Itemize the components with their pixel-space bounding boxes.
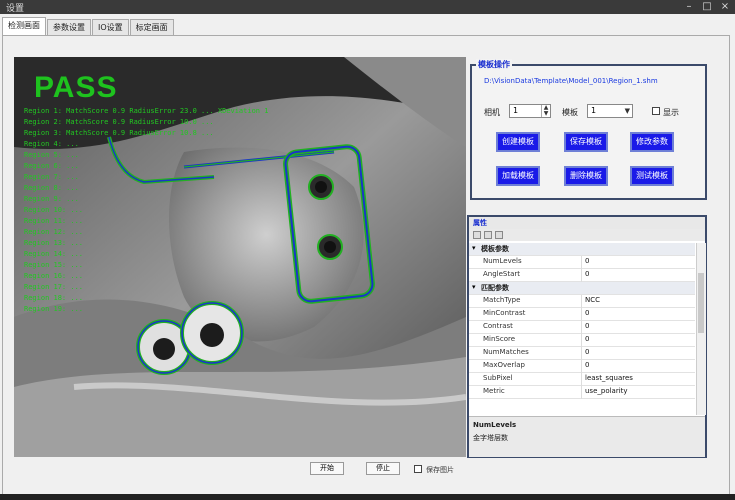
save-image-label: 保存图片 <box>426 466 454 474</box>
camera-number-input[interactable]: 1 ▲ ▼ <box>509 104 551 118</box>
display-checkbox-label: 显示 <box>663 108 679 117</box>
tab-io-settings[interactable]: IO设置 <box>92 19 129 35</box>
main-window: 设置 – □ × 检测画面 参数设置 IO设置 标定画面 PASS Region… <box>0 0 735 500</box>
close-icon[interactable]: × <box>716 0 734 14</box>
region-readout: Region 8: ... <box>24 184 79 192</box>
region-readout: Region 11: ... <box>24 217 84 225</box>
region-readout: Region 6: ... <box>24 162 79 170</box>
title-bar: 设置 – □ × <box>0 0 735 14</box>
property-row[interactable]: Contrast 0 <box>469 321 695 334</box>
tab-detection[interactable]: 检测画面 <box>2 17 46 35</box>
property-row[interactable]: SubPixel least_squares <box>469 373 695 386</box>
categorized-icon[interactable] <box>473 231 481 239</box>
region-readout: Region 17: ... <box>24 283 84 291</box>
property-row[interactable]: MaxOverlap 0 <box>469 360 695 373</box>
create-template-button[interactable]: 创建模板 <box>496 132 540 152</box>
property-row[interactable]: MinScore 0 <box>469 334 695 347</box>
property-description-title: NumLevels <box>473 421 517 429</box>
region-readout: Region 14: ... <box>24 250 84 258</box>
stop-button[interactable]: 停止 <box>366 462 400 475</box>
test-template-button[interactable]: 测试模板 <box>630 166 674 186</box>
spinner-icon[interactable]: ▲ ▼ <box>541 105 550 117</box>
property-pages-icon[interactable] <box>495 231 503 239</box>
tab-calibration[interactable]: 标定画面 <box>129 19 174 35</box>
region-readout: Region 3: MatchScore 0.9 RadiusError 10.… <box>24 129 214 137</box>
inspection-result: PASS <box>34 71 118 104</box>
region-readout: Region 16: ... <box>24 272 84 280</box>
template-label: 模板 <box>562 108 578 117</box>
taskbar-edge <box>0 494 735 500</box>
start-button[interactable]: 开始 <box>310 462 344 475</box>
chevron-down-icon: ▼ <box>624 107 630 115</box>
property-grid-scrollbar[interactable] <box>696 243 706 415</box>
operations-title: 模板操作 <box>476 59 512 70</box>
property-rows: ▾ 模板参数 NumLevels 0 AngleStart 0 ▾ 匹配参数 M… <box>469 243 695 415</box>
save-image-checkbox[interactable] <box>414 465 422 473</box>
property-row[interactable]: AngleStart 0 <box>469 269 695 282</box>
property-grid-title: 属性 <box>473 219 487 227</box>
region-readout: Region 10: ... <box>24 206 84 214</box>
property-grid: 属性 ▾ 模板参数 NumLevels 0 AngleStart 0 ▾ 匹配参… <box>467 215 707 458</box>
delete-template-button[interactable]: 删除模板 <box>564 166 608 186</box>
property-row[interactable]: NumLevels 0 <box>469 256 695 269</box>
property-grid-toolbar <box>469 229 705 241</box>
collapse-icon[interactable]: ▾ <box>472 244 476 252</box>
camera-image-viewer[interactable]: PASS Region 1: MatchScore 0.9 RadiusErro… <box>14 57 466 457</box>
property-row[interactable]: MatchType NCC <box>469 295 695 308</box>
template-path: D:\VisionData\Template\Model_001\Region_… <box>484 77 658 85</box>
property-description-text: 金字塔层数 <box>473 434 508 442</box>
region-readout: Region 13: ... <box>24 239 84 247</box>
property-category[interactable]: ▾ 模板参数 <box>469 243 695 256</box>
region-readout: Region 15: ... <box>24 261 84 269</box>
region-readout: Region 4: ... <box>24 140 79 148</box>
region-readout: Region 7: ... <box>24 173 79 181</box>
property-row[interactable]: Metric use_polarity <box>469 386 695 399</box>
collapse-icon[interactable]: ▾ <box>472 283 476 291</box>
region-readout: Region 12: ... <box>24 228 84 236</box>
property-description: NumLevels 金字塔层数 <box>469 416 705 457</box>
alphabetical-icon[interactable] <box>484 231 492 239</box>
minimize-icon[interactable]: – <box>680 0 698 14</box>
property-row[interactable]: MinContrast 0 <box>469 308 695 321</box>
display-checkbox[interactable] <box>652 107 660 115</box>
load-template-button[interactable]: 加载模板 <box>496 166 540 186</box>
maximize-icon[interactable]: □ <box>698 0 716 14</box>
scrollbar-thumb[interactable] <box>698 273 704 333</box>
region-readout: Region 18: ... <box>24 294 84 302</box>
region-readout: Region 9: ... <box>24 195 79 203</box>
property-category[interactable]: ▾ 匹配参数 <box>469 282 695 295</box>
window-title: 设置 <box>6 4 25 14</box>
template-operations-panel: 模板操作 D:\VisionData\Template\Model_001\Re… <box>470 59 707 200</box>
region-readout: Region 19: ... <box>24 305 84 313</box>
region-readout: Region 1: MatchScore 0.9 RadiusError 23.… <box>24 107 269 115</box>
region-readout: Region 5: ... <box>24 151 79 159</box>
modify-params-button[interactable]: 修改参数 <box>630 132 674 152</box>
property-row[interactable]: NumMatches 0 <box>469 347 695 360</box>
template-select[interactable]: 1 ▼ <box>587 104 633 118</box>
tab-strip: 检测画面 参数设置 IO设置 标定画面 <box>2 17 175 35</box>
camera-label: 相机 <box>484 108 500 117</box>
save-template-button[interactable]: 保存模板 <box>564 132 608 152</box>
tab-parameters[interactable]: 参数设置 <box>47 19 91 35</box>
region-readout: Region 2: MatchScore 0.9 RadiusError 10.… <box>24 118 214 126</box>
